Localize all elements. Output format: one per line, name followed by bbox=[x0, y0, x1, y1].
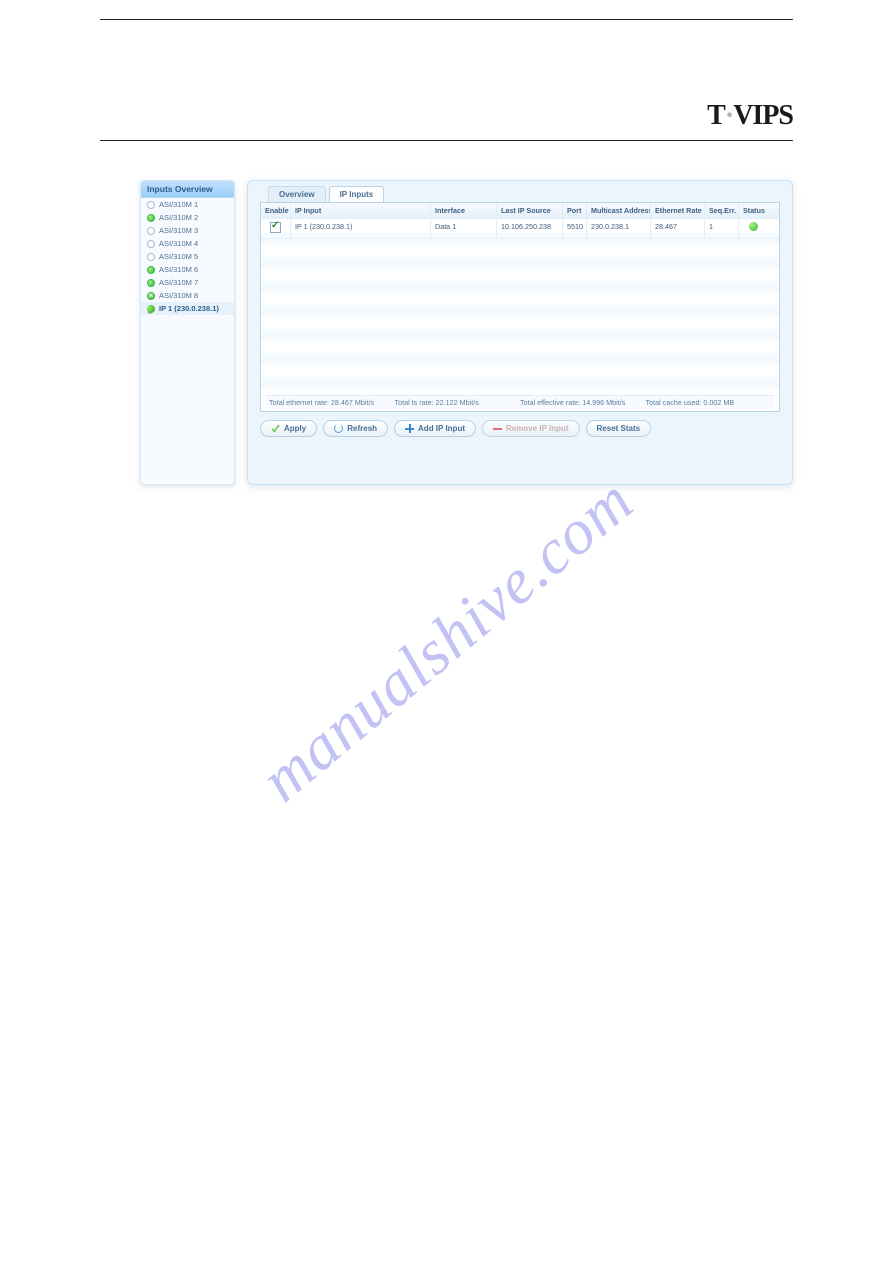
status-ok-icon bbox=[749, 222, 758, 231]
sidebar-item[interactable]: ASI/310M 4 bbox=[141, 237, 234, 250]
apply-button[interactable]: Apply bbox=[260, 420, 317, 437]
col-status[interactable]: Status bbox=[739, 203, 767, 218]
sidebar-title: Inputs Overview bbox=[141, 181, 234, 198]
cell-interface: Data 1 bbox=[431, 219, 497, 238]
checkbox-icon[interactable] bbox=[270, 222, 281, 233]
header-rule bbox=[100, 140, 793, 141]
reset-stats-button[interactable]: Reset Stats bbox=[586, 420, 652, 437]
sidebar-item[interactable]: ASI/310M 5 bbox=[141, 250, 234, 263]
status-green-x-icon bbox=[147, 292, 155, 300]
sidebar-item-label: IP 1 (230.0.238.1) bbox=[159, 304, 219, 313]
sidebar-item-label: ASI/310M 1 bbox=[159, 200, 198, 209]
sidebar-item-label: ASI/310M 4 bbox=[159, 239, 198, 248]
sidebar-item[interactable]: ASI/310M 8 bbox=[141, 289, 234, 302]
table-header: Enable IP Input Interface Last IP Source… bbox=[261, 203, 779, 219]
add-ip-input-button[interactable]: Add IP Input bbox=[394, 420, 476, 437]
tab-overview[interactable]: Overview bbox=[268, 186, 326, 202]
check-icon bbox=[271, 424, 280, 433]
footer-rule bbox=[100, 19, 793, 20]
sidebar-item[interactable]: ASI/310M 1 bbox=[141, 198, 234, 211]
tabs: OverviewIP Inputs bbox=[268, 186, 780, 202]
table-zebra bbox=[261, 233, 779, 411]
total-ethernet-rate: Total ethernet rate: 28.467 Mbit/s bbox=[269, 398, 395, 407]
col-port[interactable]: Port bbox=[563, 203, 587, 218]
brand-logo: T·VIPS bbox=[707, 100, 793, 132]
status-empty-icon bbox=[147, 201, 155, 209]
col-ip-input[interactable]: IP Input bbox=[291, 203, 431, 218]
cell-enable[interactable] bbox=[261, 219, 291, 238]
plus-icon bbox=[405, 424, 414, 433]
col-enable[interactable]: Enable bbox=[261, 203, 291, 218]
table-row[interactable]: IP 1 (230.0.238.1)Data 110.106.250.23855… bbox=[261, 219, 779, 239]
cell-status bbox=[739, 219, 767, 238]
sidebar-item-label: ASI/310M 8 bbox=[159, 291, 198, 300]
sidebar-item-label: ASI/310M 6 bbox=[159, 265, 198, 274]
tab-ip-inputs[interactable]: IP Inputs bbox=[329, 186, 385, 202]
cell-last-ip-source: 10.106.250.238 bbox=[497, 219, 563, 238]
sidebar-item-label: ASI/310M 2 bbox=[159, 213, 198, 222]
sidebar-item[interactable]: ASI/310M 7 bbox=[141, 276, 234, 289]
sidebar-item[interactable]: ASI/310M 6 bbox=[141, 263, 234, 276]
minus-icon bbox=[493, 424, 502, 433]
reset-stats-label: Reset Stats bbox=[597, 424, 641, 433]
remove-ip-input-button[interactable]: Remove IP Input bbox=[482, 420, 580, 437]
ip-input-table: Enable IP Input Interface Last IP Source… bbox=[260, 202, 780, 412]
col-ethernet-rate[interactable]: Ethernet Rate [Mbit/s] bbox=[651, 203, 705, 218]
watermark: manualshive.com bbox=[246, 463, 647, 816]
sidebar-item-label: ASI/310M 5 bbox=[159, 252, 198, 261]
refresh-button[interactable]: Refresh bbox=[323, 420, 388, 437]
status-green-icon bbox=[147, 279, 155, 287]
sidebar: Inputs Overview ASI/310M 1 ASI/310M 2 ASI/… bbox=[140, 180, 235, 485]
sidebar-item[interactable]: ASI/310M 3 bbox=[141, 224, 234, 237]
col-last-ip-source[interactable]: Last IP Source bbox=[497, 203, 563, 218]
apply-label: Apply bbox=[284, 424, 306, 433]
status-empty-icon bbox=[147, 240, 155, 248]
sidebar-item[interactable]: IP 1 (230.0.238.1) bbox=[141, 302, 234, 315]
col-interface[interactable]: Interface bbox=[431, 203, 497, 218]
sidebar-item-label: ASI/310M 7 bbox=[159, 278, 198, 287]
add-ip-label: Add IP Input bbox=[418, 424, 465, 433]
sidebar-item[interactable]: ASI/310M 2 bbox=[141, 211, 234, 224]
app-screenshot: Inputs Overview ASI/310M 1 ASI/310M 2 ASI/… bbox=[140, 180, 793, 485]
refresh-icon bbox=[334, 424, 343, 433]
button-bar: Apply Refresh Add IP Input Remove IP Inp… bbox=[260, 420, 780, 437]
remove-ip-label: Remove IP Input bbox=[506, 424, 569, 433]
cell-ethernet-rate: 28.467 bbox=[651, 219, 705, 238]
cell-port: 5510 bbox=[563, 219, 587, 238]
cell-ip-input: IP 1 (230.0.238.1) bbox=[291, 219, 431, 238]
status-empty-icon bbox=[147, 227, 155, 235]
total-ts-rate: Total ts rate: 22.122 Mbit/s bbox=[395, 398, 521, 407]
status-green-icon bbox=[147, 214, 155, 222]
status-empty-icon bbox=[147, 253, 155, 261]
sidebar-item-label: ASI/310M 3 bbox=[159, 226, 198, 235]
cell-seq-err: 1 bbox=[705, 219, 739, 238]
col-multicast-address[interactable]: Multicast Address bbox=[587, 203, 651, 218]
col-seq-err[interactable]: Seq.Err. bbox=[705, 203, 739, 218]
total-effective-rate: Total effective rate: 14.996 Mbit/s bbox=[520, 398, 646, 407]
status-green-icon bbox=[147, 266, 155, 274]
main-panel: OverviewIP Inputs Enable IP Input Interf… bbox=[247, 180, 793, 485]
cell-multicast-address: 230.0.238.1 bbox=[587, 219, 651, 238]
leaf-icon bbox=[146, 303, 156, 313]
table-totals: Total ethernet rate: 28.467 Mbit/s Total… bbox=[265, 395, 775, 409]
refresh-label: Refresh bbox=[347, 424, 377, 433]
total-cache-used: Total cache used: 0.002 MB bbox=[646, 398, 772, 407]
